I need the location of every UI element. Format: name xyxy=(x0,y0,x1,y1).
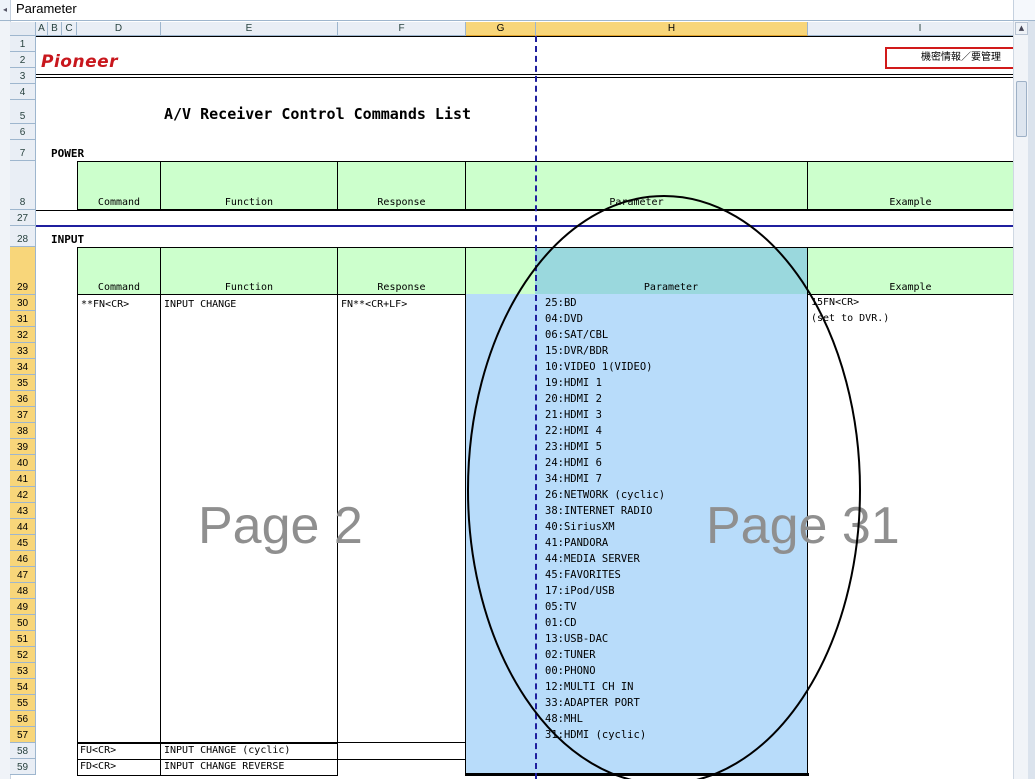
formula-bar-expand-button[interactable] xyxy=(1013,0,1035,20)
annotation-ellipse-shape xyxy=(467,195,861,779)
vertical-scrollbar[interactable]: ▲ xyxy=(1013,21,1029,779)
scroll-thumb[interactable] xyxy=(1016,81,1027,137)
scroll-up-icon[interactable]: ▲ xyxy=(1015,22,1028,35)
ellipse-annotation xyxy=(467,195,861,779)
window-edge xyxy=(1028,21,1035,779)
